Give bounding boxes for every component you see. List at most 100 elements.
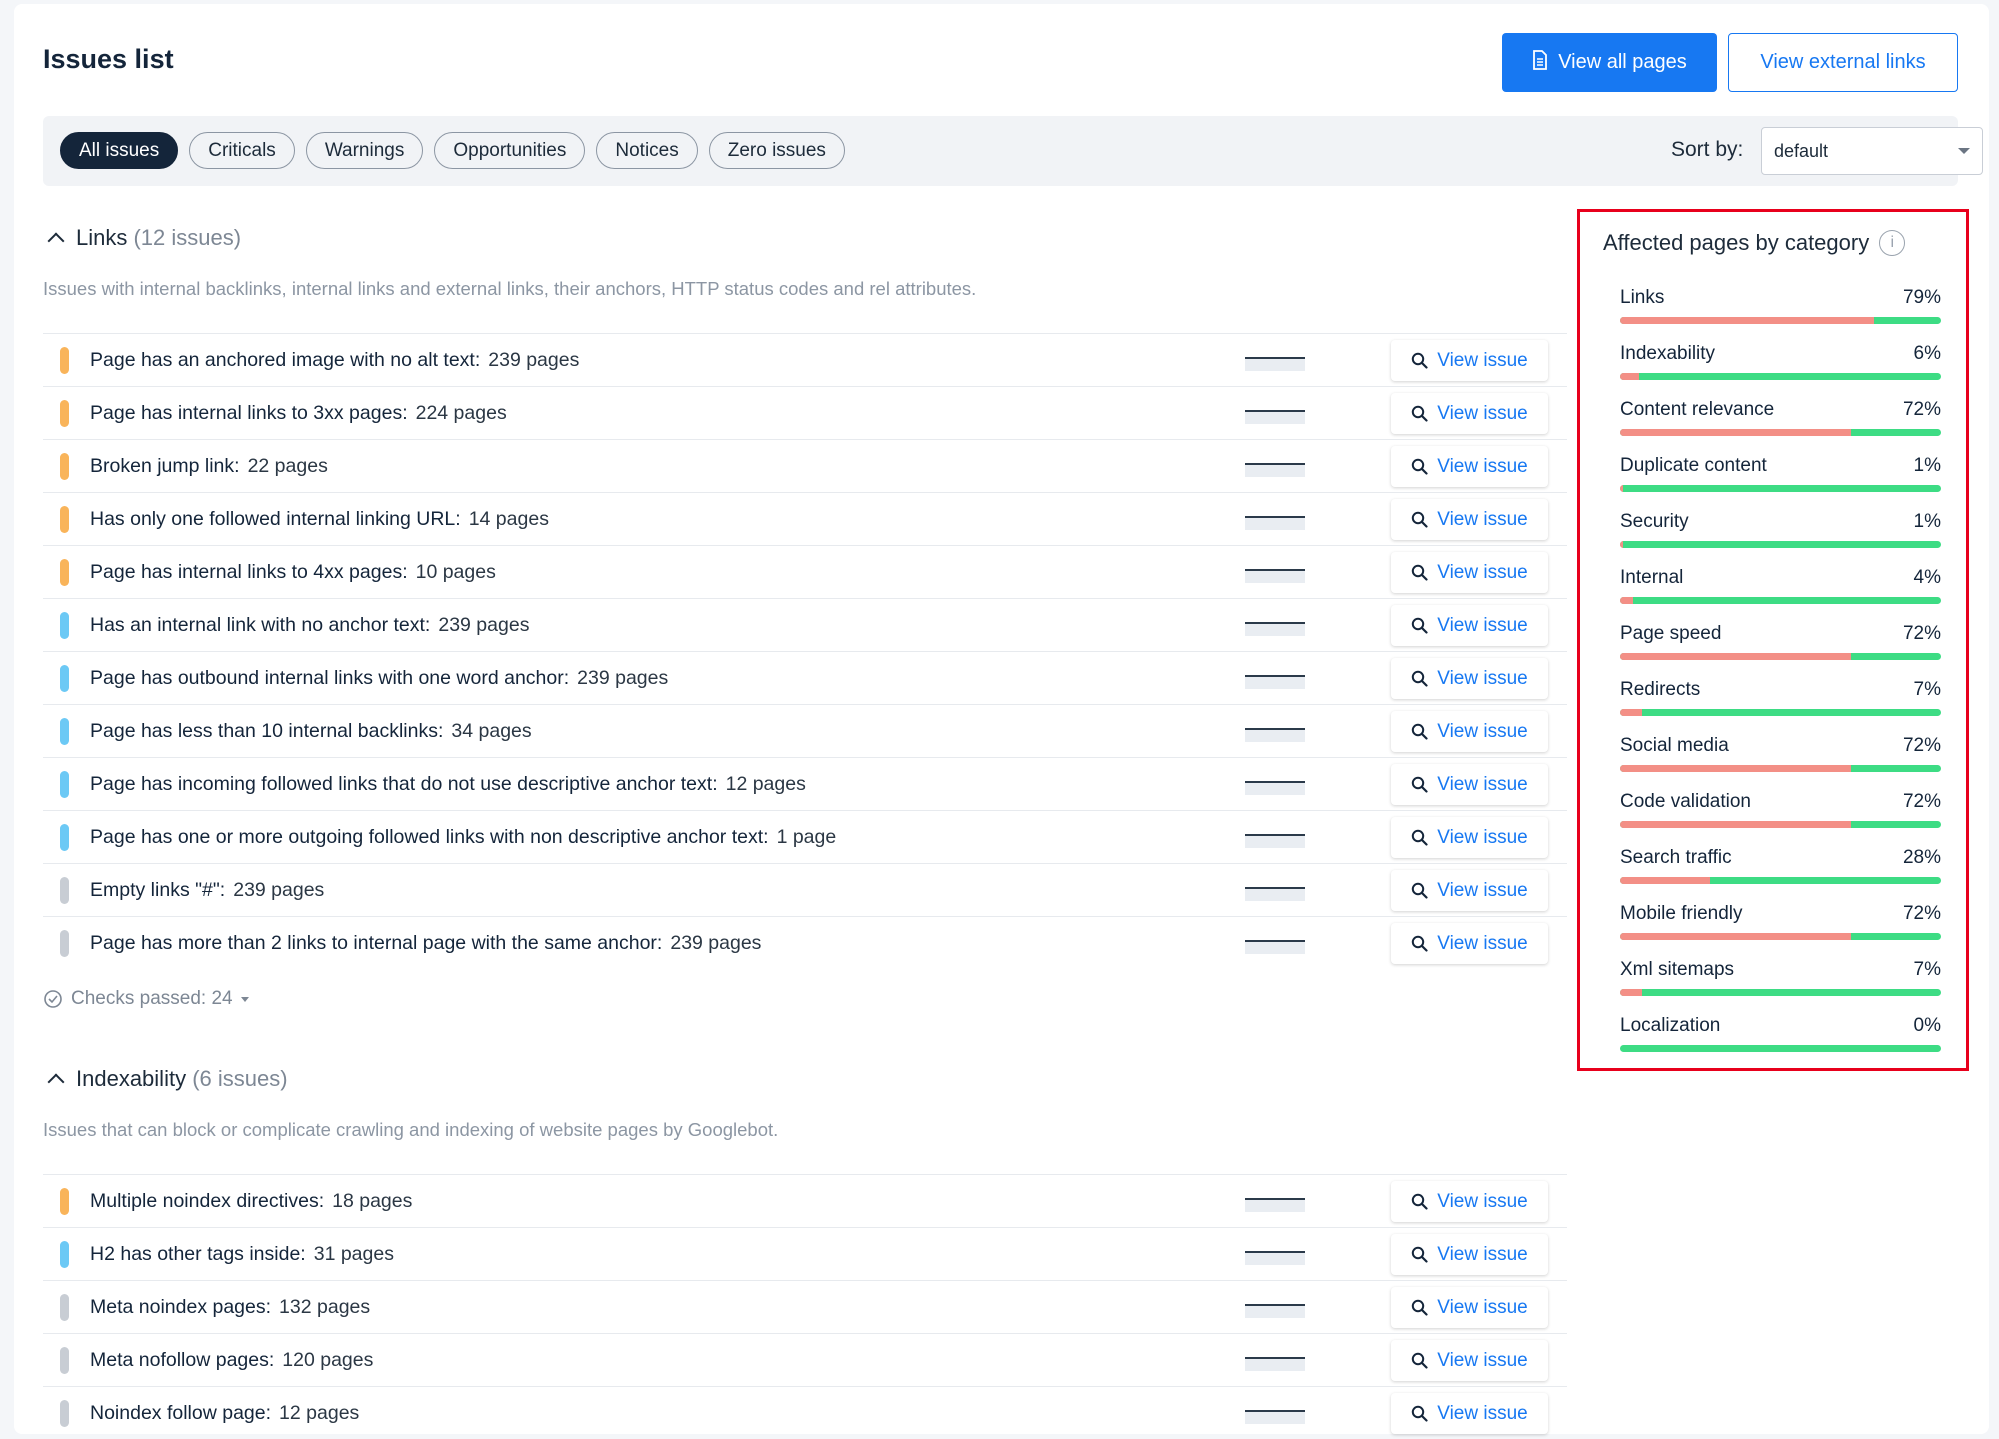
view-issue-button[interactable]: View issue <box>1391 658 1548 699</box>
issue-title: Broken jump link: 22 pages <box>90 455 328 478</box>
indexability-issue-list: Multiple noindex directives: 18 pages View… <box>43 1174 1567 1439</box>
category-row: Indexability 6% <box>1620 343 1941 399</box>
view-issue-label: View issue <box>1437 1349 1528 1371</box>
issue-row: Page has outbound internal links with on… <box>43 651 1567 704</box>
issue-pages-count: 12 pages <box>279 1401 360 1424</box>
issue-row: Page has incoming followed links that do… <box>43 757 1567 810</box>
chip-criticals[interactable]: Criticals <box>189 132 295 169</box>
issue-pages-count: 239 pages <box>670 931 762 954</box>
severity-indicator-notice <box>60 718 69 745</box>
affected-pages-title-text: Affected pages by category <box>1603 230 1870 255</box>
issue-title: H2 has other tags inside: 31 pages <box>90 1243 394 1266</box>
category-row: Social media 72% <box>1620 735 1941 791</box>
affected-fill <box>1620 485 1624 492</box>
view-issue-button[interactable]: View issue <box>1391 499 1548 540</box>
severity-indicator-notice <box>60 612 69 639</box>
view-issue-button[interactable]: View issue <box>1391 552 1548 593</box>
view-issue-button[interactable]: View issue <box>1391 393 1548 434</box>
trend-sparkline <box>1245 622 1305 636</box>
search-icon <box>1412 776 1428 793</box>
info-icon[interactable]: i <box>1879 230 1906 256</box>
search-icon <box>1412 670 1428 687</box>
view-issue-button[interactable]: View issue <box>1391 1340 1548 1381</box>
issue-pages-count: 239 pages <box>488 348 580 371</box>
view-issue-button[interactable]: View issue <box>1391 340 1548 381</box>
checks-passed-toggle[interactable]: Checks passed: 24 <box>43 988 249 1010</box>
search-icon <box>1412 723 1428 740</box>
document-icon <box>1532 49 1548 76</box>
issue-text: Meta nofollow pages: <box>90 1348 275 1371</box>
severity-indicator-warning <box>60 453 69 480</box>
category-name: Xml sitemaps <box>1620 959 1735 980</box>
view-issue-button[interactable]: View issue <box>1391 1287 1548 1328</box>
issue-title: Multiple noindex directives: 18 pages <box>90 1190 412 1213</box>
issue-text: Empty links "#": <box>90 878 226 901</box>
category-name: Code validation <box>1620 791 1751 812</box>
chip-opportunities[interactable]: Opportunities <box>434 132 586 169</box>
view-issue-button[interactable]: View issue <box>1391 870 1548 911</box>
issue-text: Page has outbound internal links with on… <box>90 666 570 689</box>
issue-row: Has an internal link with no anchor text… <box>43 598 1567 651</box>
category-progress-bar <box>1620 597 1941 604</box>
view-issue-button[interactable]: View issue <box>1391 817 1548 858</box>
view-issue-button[interactable]: View issue <box>1391 1393 1548 1434</box>
sort-select[interactable]: default <box>1761 127 1983 175</box>
issue-title: Page has internal links to 3xx pages: 224… <box>90 402 507 425</box>
issue-text: Has only one followed internal linking U… <box>90 507 461 530</box>
view-issue-button[interactable]: View issue <box>1391 923 1548 964</box>
category-progress-bar <box>1620 933 1941 940</box>
issue-pages-count: 12 pages <box>725 772 806 795</box>
indexability-section-count: (6 issues) <box>192 1066 288 1091</box>
issue-title: Noindex follow page: 12 pages <box>90 1402 359 1425</box>
view-issue-label: View issue <box>1437 879 1528 901</box>
chip-all-issues[interactable]: All issues <box>60 132 179 169</box>
issue-title: Meta nofollow pages: 120 pages <box>90 1349 373 1372</box>
affected-fill <box>1620 877 1710 884</box>
issue-text: Has an internal link with no anchor text… <box>90 613 431 636</box>
category-progress-bar <box>1620 765 1941 772</box>
filter-bar: All issues Criticals Warnings Opportunit… <box>43 116 1983 186</box>
view-all-pages-label: View all pages <box>1558 51 1687 73</box>
category-progress-bar <box>1620 1045 1941 1052</box>
issue-pages-count: 18 pages <box>332 1189 413 1212</box>
category-row: Security 1% <box>1620 511 1941 567</box>
chip-warnings[interactable]: Warnings <box>305 132 424 169</box>
links-section-header[interactable]: Links (12 issues) <box>47 225 242 251</box>
view-issue-button[interactable]: View issue <box>1391 711 1548 752</box>
links-section-count: (12 issues) <box>133 225 242 250</box>
affected-fill <box>1620 933 1852 940</box>
view-issue-label: View issue <box>1437 455 1528 477</box>
trend-sparkline <box>1245 1198 1305 1212</box>
search-icon <box>1412 564 1428 581</box>
indexability-section-title: Indexability <box>76 1066 187 1091</box>
issue-row: Empty links "#": 239 pages View issue <box>43 863 1567 916</box>
category-row: Content relevance 72% <box>1620 399 1941 455</box>
issue-title: Has an internal link with no anchor text… <box>90 614 529 637</box>
severity-indicator-notice <box>60 1241 69 1268</box>
view-issue-button[interactable]: View issue <box>1391 1181 1548 1222</box>
search-icon <box>1412 352 1428 369</box>
view-issue-button[interactable]: View issue <box>1391 446 1548 487</box>
category-row: Duplicate content 1% <box>1620 455 1941 511</box>
category-progress-bar <box>1620 821 1941 828</box>
trend-sparkline <box>1245 569 1305 583</box>
indexability-section-header[interactable]: Indexability (6 issues) <box>47 1066 288 1092</box>
issue-pages-count: 239 pages <box>233 878 325 901</box>
view-issue-button[interactable]: View issue <box>1391 764 1548 805</box>
view-external-links-button[interactable]: View external links <box>1728 33 1958 92</box>
issue-row: Multiple noindex directives: 18 pages View… <box>43 1174 1567 1227</box>
category-percent: 72% <box>1902 623 1941 644</box>
trend-sparkline <box>1245 357 1305 371</box>
view-issue-button[interactable]: View issue <box>1391 605 1548 646</box>
issue-text: Page has internal links to 3xx pages: <box>90 401 408 424</box>
chip-notices[interactable]: Notices <box>596 132 698 169</box>
view-all-pages-button[interactable]: View all pages <box>1502 33 1717 92</box>
severity-indicator-zero <box>60 1400 69 1427</box>
issue-pages-count: 239 pages <box>577 666 669 689</box>
chip-zero-issues[interactable]: Zero issues <box>708 132 845 169</box>
view-issue-button[interactable]: View issue <box>1391 1234 1548 1275</box>
issue-pages-count: 120 pages <box>282 1348 374 1371</box>
affected-fill <box>1620 821 1852 828</box>
affected-fill <box>1620 541 1624 548</box>
category-percent: 0% <box>1913 1015 1941 1036</box>
